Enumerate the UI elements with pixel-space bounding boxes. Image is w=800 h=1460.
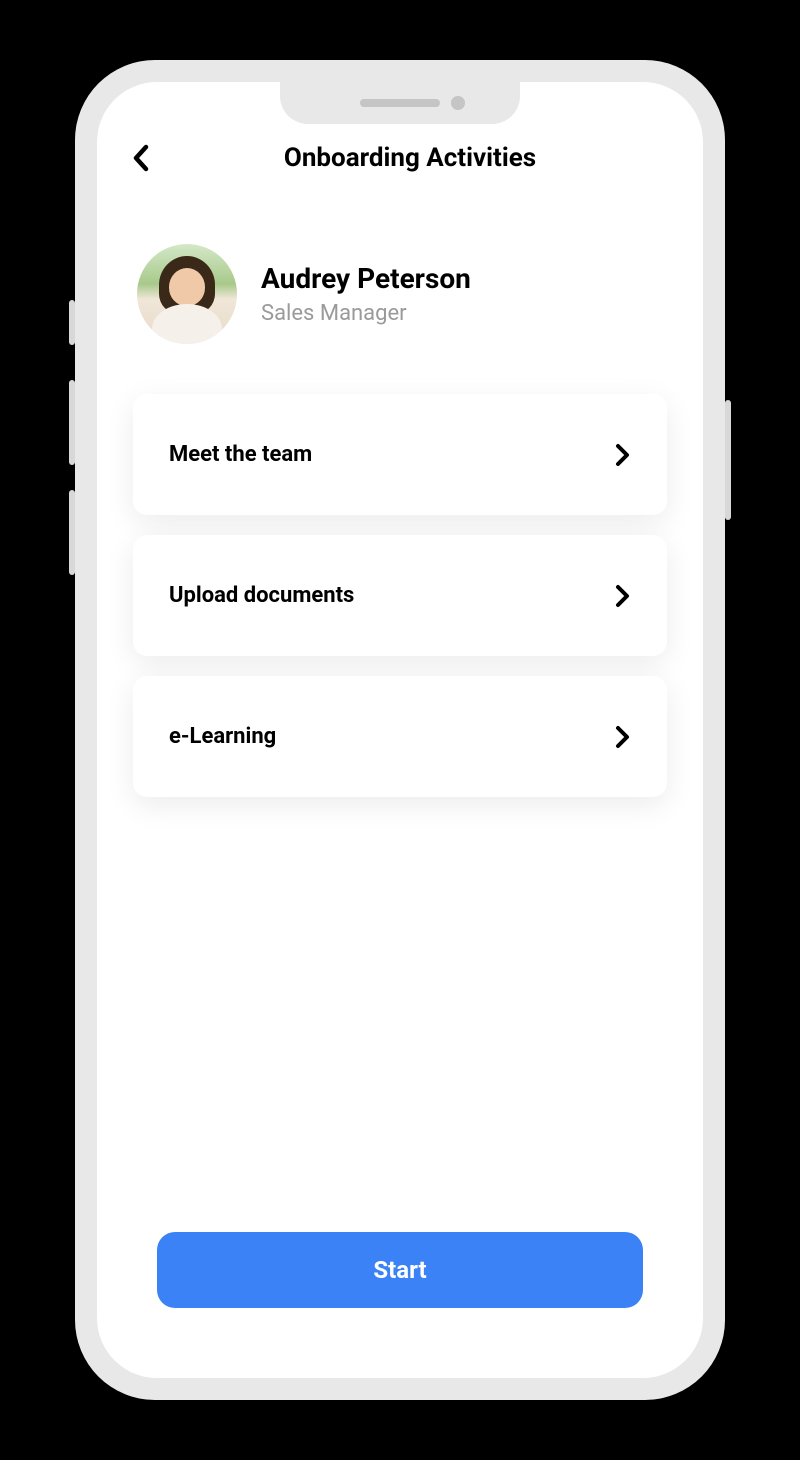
profile-role: Sales Manager [261,301,471,326]
chevron-right-icon [615,443,631,467]
activity-upload-documents[interactable]: Upload documents [133,535,667,656]
footer: Start [97,1202,703,1378]
activity-title: Upload documents [169,583,354,608]
phone-notch [280,82,520,124]
chevron-right-icon [615,725,631,749]
activity-e-learning[interactable]: e-Learning [133,676,667,797]
phone-camera [451,96,465,110]
profile-section: Audrey Peterson Sales Manager [97,194,703,374]
phone-side-button [69,490,75,575]
phone-speaker [360,99,440,107]
activity-title: e-Learning [169,724,276,749]
start-button[interactable]: Start [157,1232,643,1308]
app-screen: Onboarding Activities Audrey Peterson Sa… [97,82,703,1378]
phone-side-button [69,380,75,465]
activities-list: Meet the team Upload documents e-Learnin… [97,374,703,817]
profile-name: Audrey Peterson [261,262,471,295]
phone-side-button [725,400,731,520]
activity-meet-team[interactable]: Meet the team [133,394,667,515]
page-title: Onboarding Activities [145,143,675,173]
activity-title: Meet the team [169,442,312,467]
phone-side-button [69,300,75,345]
chevron-right-icon [615,584,631,608]
phone-frame: Onboarding Activities Audrey Peterson Sa… [75,60,725,1400]
profile-info: Audrey Peterson Sales Manager [261,262,471,326]
avatar [137,244,237,344]
